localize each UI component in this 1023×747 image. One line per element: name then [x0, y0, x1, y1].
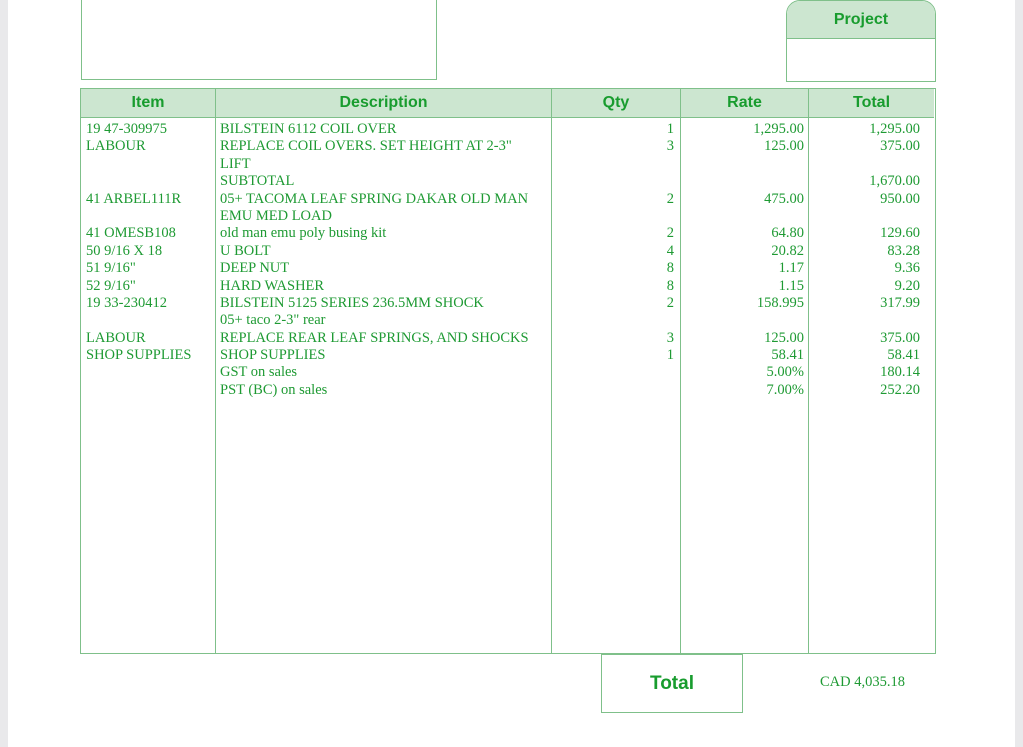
- item-cell: [81, 208, 215, 225]
- rate-cell: 20.82: [771, 242, 804, 259]
- description-cell: SUBTOTAL: [220, 173, 295, 190]
- item-cell: 51 9/16": [86, 260, 136, 277]
- qty-cell: 3: [666, 329, 674, 346]
- description-cell: 05+ taco 2-3" rear: [220, 312, 326, 329]
- qty-cell: [552, 364, 680, 381]
- item-cell: 19 47-309975: [86, 121, 167, 137]
- description-cell: DEEP NUT: [220, 260, 290, 277]
- item-cell: [81, 364, 215, 381]
- item-cell: [81, 312, 215, 329]
- rate-cell: [681, 156, 808, 173]
- qty-header: Qty: [552, 89, 680, 118]
- total-cell: [809, 312, 934, 329]
- description-cell: REPLACE REAR LEAF SPRINGS, AND SHOCKS: [220, 329, 529, 346]
- qty-column: Qty 1322488231: [552, 89, 681, 653]
- total-cell: 1,670.00: [869, 173, 920, 190]
- qty-cell: [552, 208, 680, 225]
- item-cell: 41 OMESB108: [86, 225, 176, 242]
- item-cell: [81, 173, 215, 190]
- rate-cell: 475.00: [764, 190, 804, 207]
- rate-cell: 5.00%: [766, 364, 804, 381]
- description-cell: 05+ TACOMA LEAF SPRING DAKAR OLD MAN: [220, 190, 529, 207]
- total-cell: 9.36: [894, 260, 920, 277]
- description-cell: LIFT: [220, 155, 251, 172]
- qty-cell: 8: [666, 260, 674, 277]
- rate-cell: [681, 208, 808, 225]
- description-cell: BILSTEIN 6112 COIL OVER: [220, 121, 397, 137]
- qty-cell: [552, 312, 680, 329]
- line-items-table: Item 19 47-309975 LABOUR 41 ARBEL111R 41 OM…: [80, 88, 936, 654]
- description-column: Description BILSTEIN 6112 COIL OVER REPLA…: [216, 89, 552, 653]
- total-cell: 1,295.00: [869, 121, 920, 137]
- address-box: [81, 0, 437, 80]
- description-cell: GST on sales: [220, 364, 298, 381]
- rate-cell: [681, 312, 808, 329]
- total-cell: 252.20: [880, 381, 920, 398]
- item-cell: 52 9/16": [86, 277, 136, 294]
- total-cell: 9.20: [894, 277, 920, 294]
- description-cell: EMU MED LOAD: [220, 207, 332, 224]
- rate-cell: 1.15: [778, 277, 804, 294]
- total-cell: 58.41: [887, 347, 920, 364]
- rate-cell: 125.00: [764, 329, 804, 346]
- total-cell: 180.14: [880, 364, 920, 381]
- total-cell: 83.28: [887, 242, 920, 259]
- rate-header: Rate: [681, 89, 808, 118]
- qty-cell: 1: [666, 121, 674, 137]
- qty-cell: 2: [666, 190, 674, 207]
- qty-cell: 1: [666, 347, 674, 364]
- description-cell: BILSTEIN 5125 SERIES 236.5MM SHOCK: [220, 294, 484, 311]
- project-box: Project: [786, 0, 936, 82]
- qty-cell: [552, 382, 680, 399]
- qty-cell: 2: [666, 294, 674, 311]
- rate-column: Rate 1,295.00 125.00 475.00 64.80 20.82 1.17 1…: [681, 89, 809, 653]
- grand-total: CAD 4,035.18: [820, 674, 905, 690]
- qty-cell: [552, 156, 680, 173]
- rate-cell: 158.995: [756, 294, 804, 311]
- rate-cell: 125.00: [764, 138, 804, 155]
- invoice-page: Project Item 19 47-309975 LABOUR 41 ARBEL1…: [8, 0, 1015, 747]
- item-cell: 19 33-230412: [86, 294, 167, 311]
- rate-cell: 7.00%: [766, 381, 804, 398]
- item-cell: [81, 156, 215, 173]
- qty-cell: 4: [666, 242, 674, 259]
- qty-cell: 8: [666, 277, 674, 294]
- total-label: Total: [601, 654, 743, 713]
- total-header: Total: [809, 89, 934, 118]
- description-cell: SHOP SUPPLIES: [220, 347, 326, 364]
- description-cell: REPLACE COIL OVERS. SET HEIGHT AT 2-3": [220, 138, 512, 155]
- rate-cell: 1,295.00: [753, 121, 804, 137]
- total-cell: 950.00: [880, 190, 920, 207]
- qty-cell: 2: [666, 225, 674, 242]
- rate-cell: 1.17: [778, 260, 804, 277]
- total-cell: 375.00: [880, 329, 920, 346]
- item-cell: 50 9/16 X 18: [86, 242, 163, 259]
- project-label: Project: [787, 1, 935, 39]
- rate-cell: [681, 173, 808, 190]
- item-cell: SHOP SUPPLIES: [86, 347, 192, 364]
- total-cell: [809, 208, 934, 225]
- item-cell: LABOUR: [86, 329, 146, 346]
- rate-cell: 64.80: [771, 225, 804, 242]
- description-cell: old man emu poly busing kit: [220, 225, 387, 242]
- item-cell: 41 ARBEL111R: [86, 190, 182, 207]
- total-column: Total 1,295.00 375.00 1,670.00 950.00 129.60…: [809, 89, 934, 653]
- qty-cell: 3: [666, 138, 674, 155]
- rate-cell: 58.41: [771, 347, 804, 364]
- item-column: Item 19 47-309975 LABOUR 41 ARBEL111R 41 OM…: [81, 89, 216, 653]
- item-cell: [81, 382, 215, 399]
- description-cell: HARD WASHER: [220, 277, 325, 294]
- total-cell: 129.60: [880, 225, 920, 242]
- total-cell: 375.00: [880, 138, 920, 155]
- description-cell: PST (BC) on sales: [220, 381, 328, 398]
- qty-cell: [552, 173, 680, 190]
- description-cell: U BOLT: [220, 242, 271, 259]
- item-header: Item: [81, 89, 215, 118]
- item-cell: LABOUR: [86, 138, 146, 155]
- total-cell: 317.99: [880, 294, 920, 311]
- description-header: Description: [216, 89, 551, 118]
- total-cell: [809, 156, 934, 173]
